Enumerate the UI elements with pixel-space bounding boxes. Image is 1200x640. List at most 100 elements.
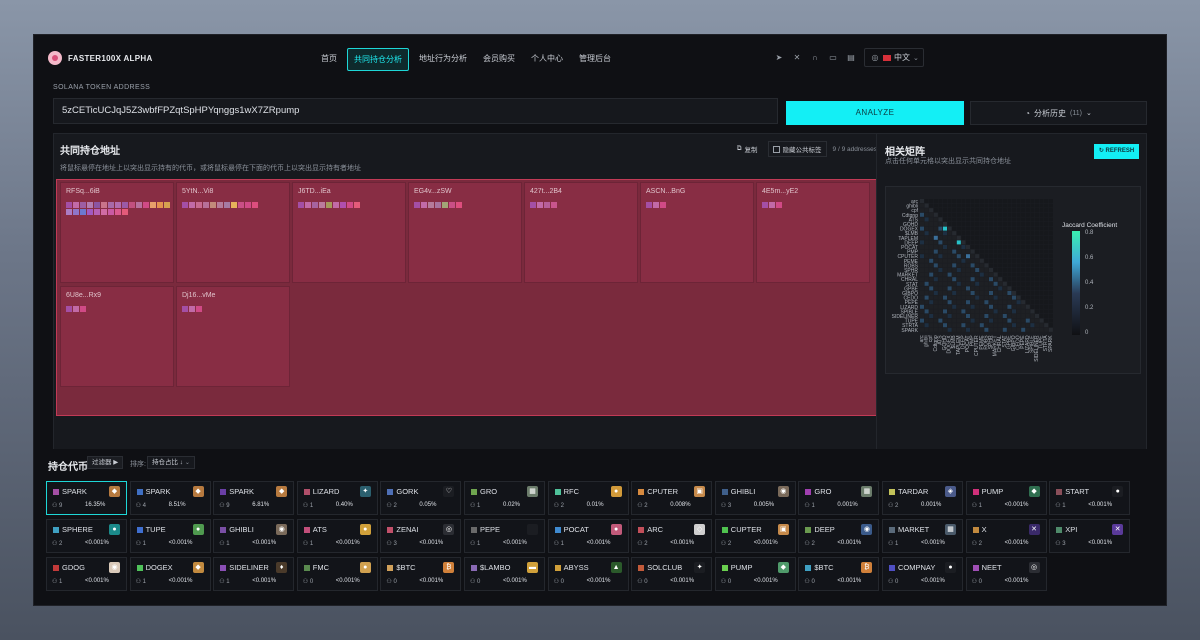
matrix-cell[interactable] [938, 304, 943, 309]
matrix-cell[interactable] [1025, 231, 1030, 236]
matrix-cell[interactable] [1035, 240, 1039, 245]
matrix-cell[interactable] [1025, 286, 1030, 291]
matrix-cell[interactable] [929, 249, 934, 254]
matrix-cell[interactable] [993, 327, 998, 332]
token-swatch[interactable] [203, 202, 209, 208]
matrix-cell[interactable] [1048, 295, 1053, 300]
matrix-cell[interactable] [989, 263, 993, 268]
matrix-cell[interactable] [924, 309, 929, 314]
matrix-cell[interactable] [1002, 235, 1007, 240]
matrix-cell[interactable] [1025, 263, 1030, 268]
matrix-cell[interactable] [952, 304, 957, 309]
matrix-cell[interactable] [1048, 314, 1053, 318]
matrix-cell[interactable] [1021, 291, 1026, 295]
matrix-cell[interactable] [1030, 291, 1035, 295]
matrix-cell[interactable] [952, 222, 957, 226]
token-swatch[interactable] [182, 202, 188, 208]
matrix-cell[interactable] [989, 212, 993, 217]
matrix-cell[interactable] [1016, 295, 1021, 300]
matrix-cell[interactable] [993, 268, 998, 272]
matrix-cell[interactable] [1012, 291, 1016, 295]
matrix-cell[interactable] [929, 203, 934, 208]
hide-public-labels-toggle[interactable]: 隐藏公共标签 [767, 141, 827, 157]
matrix-cell[interactable] [933, 272, 938, 277]
matrix-cell[interactable] [1048, 304, 1053, 309]
matrix-cell[interactable] [1044, 245, 1049, 249]
matrix-cell[interactable] [1012, 199, 1016, 203]
matrix-cell[interactable] [1035, 226, 1039, 231]
matrix-cell[interactable] [1035, 277, 1039, 282]
token-swatch[interactable] [414, 202, 420, 208]
matrix-cell[interactable] [979, 277, 984, 282]
matrix-cell[interactable] [924, 323, 929, 328]
matrix-cell[interactable] [1035, 304, 1039, 309]
matrix-cell[interactable] [929, 286, 934, 291]
matrix-cell[interactable] [984, 254, 989, 259]
matrix-cell[interactable] [924, 314, 929, 318]
matrix-cell[interactable] [984, 318, 989, 323]
matrix-cell[interactable] [933, 231, 938, 236]
matrix-cell[interactable] [938, 263, 943, 268]
matrix-cell[interactable] [998, 208, 1003, 213]
matrix-cell[interactable] [989, 231, 993, 236]
matrix-cell[interactable] [920, 281, 924, 286]
matrix-cell[interactable] [1002, 222, 1007, 226]
matrix-cell[interactable] [961, 300, 966, 305]
matrix-cell[interactable] [1012, 249, 1016, 254]
matrix-cell[interactable] [920, 304, 924, 309]
matrix-cell[interactable] [1021, 231, 1026, 236]
matrix-cell[interactable] [1002, 300, 1007, 305]
matrix-cell[interactable] [1044, 249, 1049, 254]
matrix-cell[interactable] [1035, 295, 1039, 300]
matrix-cell[interactable] [993, 263, 998, 268]
matrix-cell[interactable] [933, 217, 938, 222]
matrix-cell[interactable] [979, 245, 984, 249]
matrix-cell[interactable] [975, 286, 980, 291]
matrix-cell[interactable] [1025, 295, 1030, 300]
matrix-cell[interactable] [938, 295, 943, 300]
matrix-cell[interactable] [1007, 268, 1012, 272]
matrix-cell[interactable] [993, 208, 998, 213]
matrix-cell[interactable] [933, 222, 938, 226]
matrix-cell[interactable] [920, 263, 924, 268]
matrix-cell[interactable] [979, 300, 984, 305]
token-swatch[interactable] [143, 202, 149, 208]
matrix-cell[interactable] [947, 291, 952, 295]
matrix-cell[interactable] [1016, 309, 1021, 314]
matrix-cell[interactable] [1044, 272, 1049, 277]
matrix-cell[interactable] [1044, 268, 1049, 272]
matrix-cell[interactable] [1021, 222, 1026, 226]
matrix-cell[interactable] [929, 295, 934, 300]
matrix-cell[interactable] [924, 199, 929, 203]
matrix-cell[interactable] [933, 286, 938, 291]
matrix-cell[interactable] [956, 217, 961, 222]
matrix-cell[interactable] [975, 277, 980, 282]
matrix-cell[interactable] [966, 240, 970, 245]
matrix-cell[interactable] [1044, 226, 1049, 231]
matrix-cell[interactable] [1048, 231, 1053, 236]
matrix-cell[interactable] [947, 226, 952, 231]
matrix-cell[interactable] [966, 318, 970, 323]
matrix-cell[interactable] [984, 231, 989, 236]
matrix-cell[interactable] [1030, 231, 1035, 236]
matrix-cell[interactable] [966, 212, 970, 217]
matrix-cell[interactable] [993, 314, 998, 318]
matrix-cell[interactable] [1016, 240, 1021, 245]
matrix-cell[interactable] [970, 226, 975, 231]
matrix-cell[interactable] [979, 304, 984, 309]
matrix-cell[interactable] [998, 231, 1003, 236]
matrix-cell[interactable] [1035, 208, 1039, 213]
matrix-cell[interactable] [975, 235, 980, 240]
nav-item-5[interactable]: 管理后台 [573, 48, 617, 71]
matrix-cell[interactable] [933, 277, 938, 282]
matrix-cell[interactable] [989, 217, 993, 222]
matrix-cell[interactable] [984, 300, 989, 305]
matrix-cell[interactable] [924, 203, 929, 208]
matrix-cell[interactable] [1012, 258, 1016, 263]
token-card[interactable]: ZENAI ◎ ⚇ 3 <0.001% [380, 519, 462, 553]
matrix-cell[interactable] [943, 222, 947, 226]
matrix-cell[interactable] [989, 245, 993, 249]
matrix-cell[interactable] [924, 300, 929, 305]
matrix-cell[interactable] [943, 231, 947, 236]
matrix-cell[interactable] [924, 235, 929, 240]
